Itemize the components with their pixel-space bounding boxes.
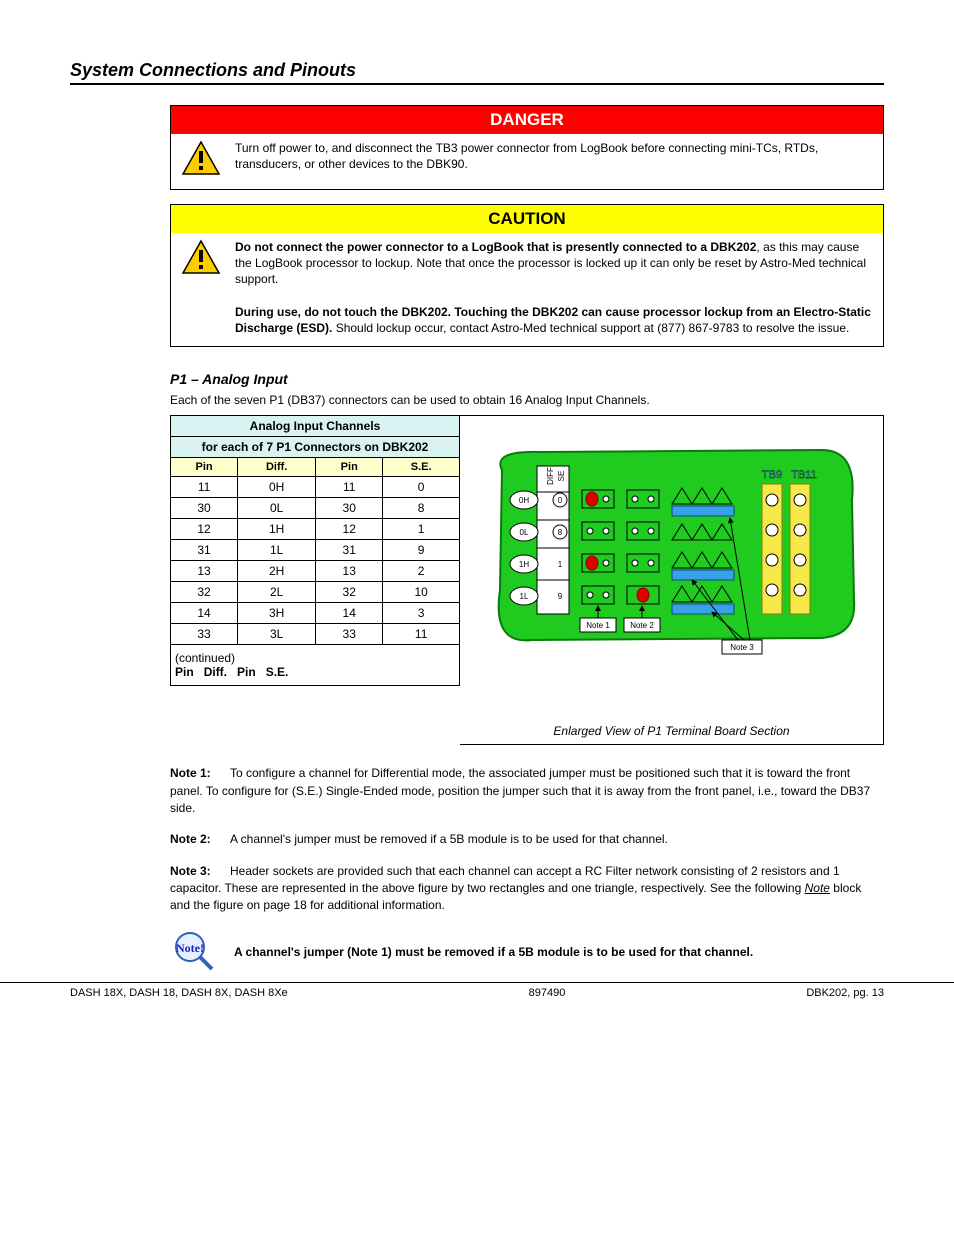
- section-title: System Connections and Pinouts: [70, 60, 884, 81]
- p1-subtitle: P1 – Analog Input: [170, 371, 884, 387]
- svg-text:0: 0: [557, 496, 562, 505]
- svg-text:Note!: Note!: [176, 941, 204, 955]
- svg-text:Note 1: Note 1: [586, 621, 610, 630]
- page-footer: DASH 18X, DASH 18, DASH 8X, DASH 8Xe 897…: [0, 982, 954, 999]
- note-magnify-icon: Note!: [170, 929, 220, 976]
- note-text: A channel's jumper (Note 1) must be remo…: [234, 945, 753, 959]
- p1-intro: Each of the seven P1 (DB37) connectors c…: [170, 393, 884, 407]
- svg-text:DIFF: DIFF: [546, 467, 555, 485]
- table-row: 143H143: [171, 603, 460, 624]
- warning-triangle-icon: [181, 140, 225, 179]
- p1-continued: (continued) Pin Diff. Pin S.E.: [171, 645, 460, 686]
- caution-callout: CAUTION Do not connect the power connect…: [170, 204, 884, 347]
- p1-col-pin: Pin: [171, 458, 238, 477]
- p1-col-se: S.E.: [383, 458, 460, 477]
- danger-callout: DANGER Turn off power to, and disconnect…: [170, 105, 884, 190]
- table-row: 333L3311: [171, 624, 460, 645]
- svg-text:SE: SE: [557, 471, 566, 482]
- danger-text: Turn off power to, and disconnect the TB…: [235, 140, 873, 172]
- warning-triangle-icon: [181, 239, 225, 278]
- p1-table-header1: Analog Input Channels: [171, 416, 460, 437]
- svg-text:1H: 1H: [518, 560, 528, 569]
- figure-caption: Enlarged View of P1 Terminal Board Secti…: [460, 724, 883, 738]
- table-row: 311L319: [171, 540, 460, 561]
- footer-right: DBK202, pg. 13: [806, 987, 884, 999]
- board-diagram-svg: DIFF SE 0H 0L 1H 1L 0 8 1 9: [482, 440, 862, 670]
- p1-col-pin2: Pin: [316, 458, 383, 477]
- footer-left: DASH 18X, DASH 18, DASH 8X, DASH 8Xe: [70, 987, 288, 999]
- footer-center: 897490: [529, 987, 566, 999]
- p1-col-diff: Diff.: [238, 458, 316, 477]
- table-row: 132H132: [171, 561, 460, 582]
- svg-text:TB11: TB11: [791, 469, 816, 481]
- svg-text:Note 2: Note 2: [630, 621, 654, 630]
- svg-text:0H: 0H: [518, 496, 528, 505]
- table-row: 110H110: [171, 477, 460, 498]
- note-block: Note! A channel's jumper (Note 1) must b…: [170, 929, 884, 976]
- svg-text:Note 3: Note 3: [730, 643, 754, 652]
- title-rule: [70, 83, 884, 85]
- caution-header: CAUTION: [171, 205, 883, 233]
- table-row: 300L308: [171, 498, 460, 519]
- svg-text:1: 1: [557, 560, 562, 569]
- caution-text: Do not connect the power connector to a …: [235, 239, 873, 336]
- danger-header: DANGER: [171, 106, 883, 134]
- svg-text:9: 9: [557, 592, 562, 601]
- p1-figure: DIFF SE 0H 0L 1H 1L 0 8 1 9: [460, 415, 884, 745]
- p1-table: Analog Input Channels for each of 7 P1 C…: [170, 415, 460, 686]
- svg-text:TB9: TB9: [761, 469, 781, 481]
- table-row: 322L3210: [171, 582, 460, 603]
- table-row: 121H121: [171, 519, 460, 540]
- svg-text:8: 8: [557, 528, 562, 537]
- svg-text:0L: 0L: [519, 528, 528, 537]
- svg-text:1L: 1L: [519, 592, 528, 601]
- notes-block: Note 1:To configure a channel for Differ…: [170, 765, 884, 915]
- p1-table-header2: for each of 7 P1 Connectors on DBK202: [171, 437, 460, 458]
